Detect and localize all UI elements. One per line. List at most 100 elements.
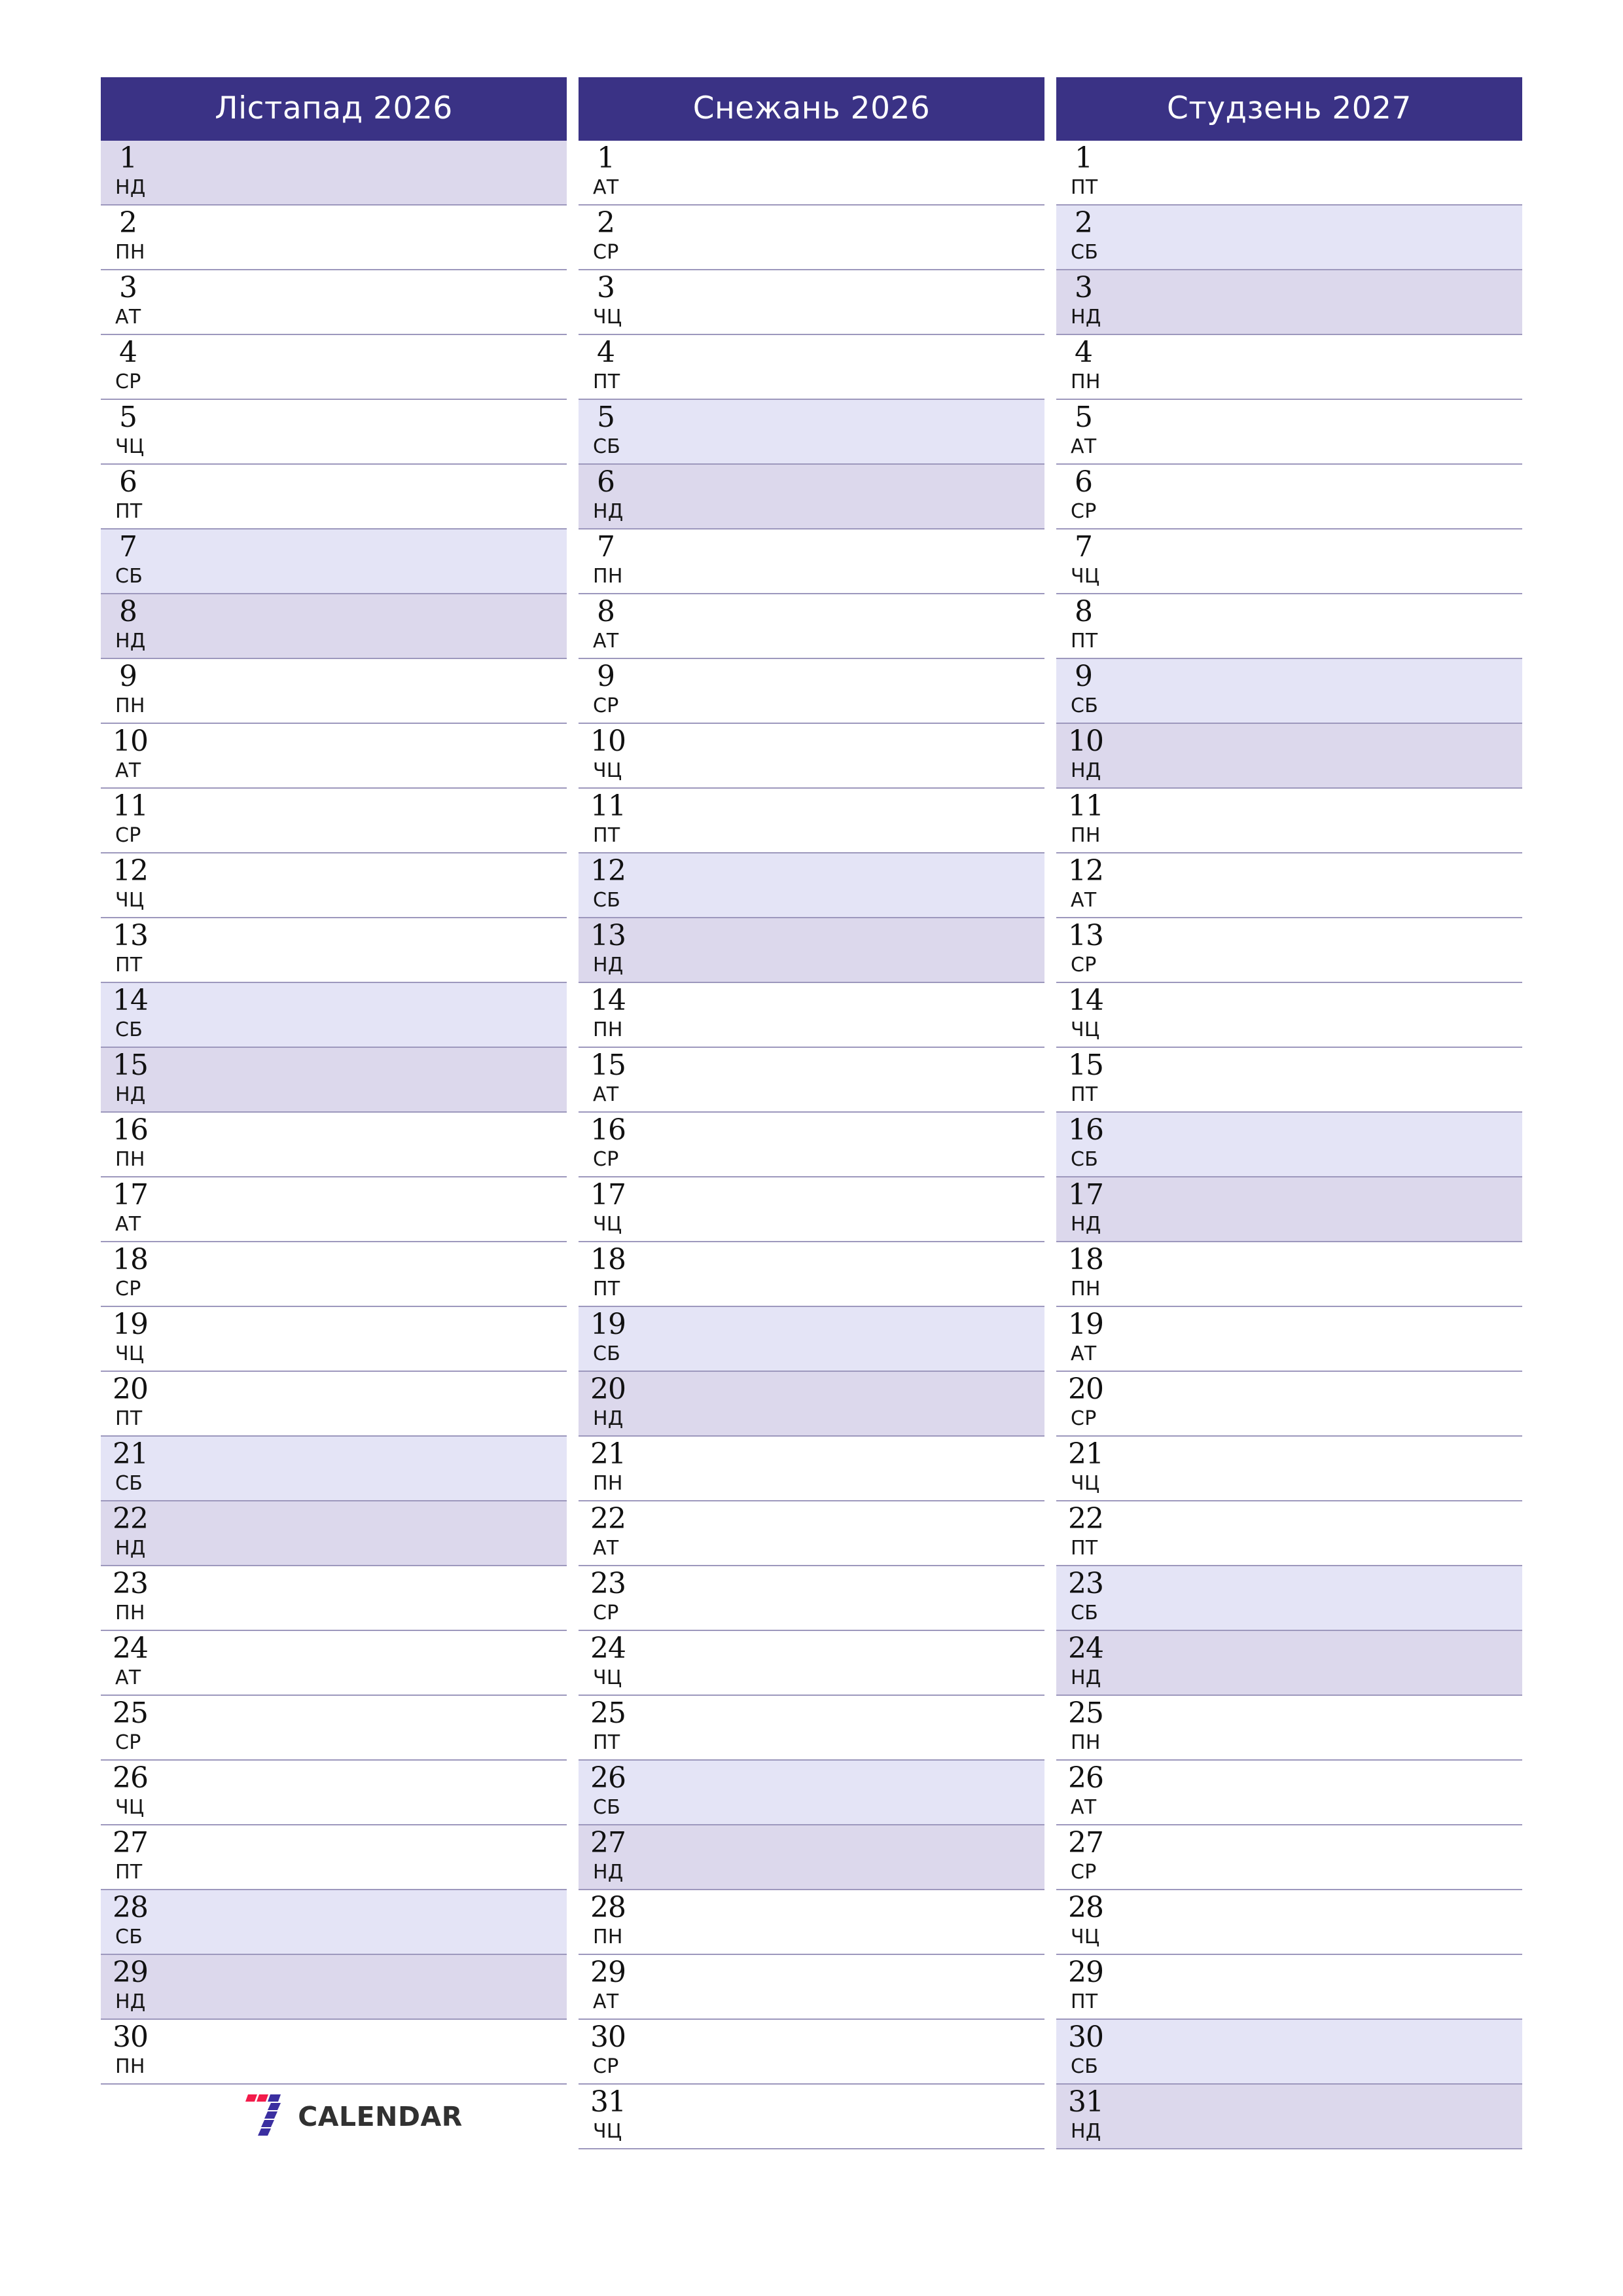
day-note-area[interactable] — [199, 659, 567, 723]
day-note-area[interactable] — [677, 1307, 1044, 1371]
day-note-area[interactable] — [1154, 335, 1522, 399]
day-note-area[interactable] — [677, 1955, 1044, 2018]
day-row[interactable]: 8 НД — [101, 594, 567, 659]
day-row[interactable]: 4 ПТ — [579, 335, 1044, 400]
day-note-area[interactable] — [199, 1437, 567, 1500]
day-note-area[interactable] — [1154, 1631, 1522, 1695]
day-note-area[interactable] — [677, 1825, 1044, 1889]
day-row[interactable]: 16 СР — [579, 1113, 1044, 1177]
day-row[interactable]: 9 СР — [579, 659, 1044, 724]
day-row[interactable]: 12 АТ — [1056, 853, 1522, 918]
day-row[interactable]: 5 СБ — [579, 400, 1044, 465]
day-row[interactable]: 19 АТ — [1056, 1307, 1522, 1372]
day-row[interactable]: 21 ПН — [579, 1437, 1044, 1501]
day-note-area[interactable] — [1154, 400, 1522, 463]
day-row[interactable]: 10 ЧЦ — [579, 724, 1044, 789]
day-note-area[interactable] — [1154, 918, 1522, 982]
day-note-area[interactable] — [1154, 1825, 1522, 1889]
day-note-area[interactable] — [199, 141, 567, 204]
day-note-area[interactable] — [677, 724, 1044, 787]
day-row[interactable]: 2 ПН — [101, 206, 567, 270]
day-row[interactable]: 8 ПТ — [1056, 594, 1522, 659]
day-row[interactable]: 9 СБ — [1056, 659, 1522, 724]
day-note-area[interactable] — [1154, 1372, 1522, 1435]
day-note-area[interactable] — [199, 1048, 567, 1111]
day-note-area[interactable] — [199, 1566, 567, 1630]
day-note-area[interactable] — [199, 789, 567, 852]
day-note-area[interactable] — [677, 1113, 1044, 1176]
day-row[interactable]: 1 НД — [101, 141, 567, 206]
day-row[interactable]: 2 СБ — [1056, 206, 1522, 270]
month-header[interactable]: Студзень 2027 — [1056, 77, 1522, 141]
day-row[interactable]: 29 ПТ — [1056, 1955, 1522, 2020]
day-row[interactable]: 21 ЧЦ — [1056, 1437, 1522, 1501]
day-row[interactable]: 12 СБ — [579, 853, 1044, 918]
day-row[interactable]: 23 ПН — [101, 1566, 567, 1631]
day-note-area[interactable] — [199, 1501, 567, 1565]
day-row[interactable]: 13 ПТ — [101, 918, 567, 983]
day-note-area[interactable] — [199, 206, 567, 269]
day-row[interactable]: 30 СБ — [1056, 2020, 1522, 2085]
day-note-area[interactable] — [199, 1955, 567, 2018]
day-note-area[interactable] — [199, 918, 567, 982]
day-row[interactable]: 7 ПН — [579, 529, 1044, 594]
day-row[interactable]: 14 ЧЦ — [1056, 983, 1522, 1048]
day-note-area[interactable] — [677, 1242, 1044, 1306]
day-row[interactable]: 13 СР — [1056, 918, 1522, 983]
day-note-area[interactable] — [199, 1113, 567, 1176]
day-row[interactable]: 29 НД — [101, 1955, 567, 2020]
day-row[interactable]: 14 СБ — [101, 983, 567, 1048]
day-row[interactable]: 26 СБ — [579, 1761, 1044, 1825]
day-row[interactable]: 24 ЧЦ — [579, 1631, 1044, 1696]
day-note-area[interactable] — [199, 335, 567, 399]
day-note-area[interactable] — [677, 2085, 1044, 2148]
day-note-area[interactable] — [1154, 659, 1522, 723]
day-row[interactable]: 29 АТ — [579, 1955, 1044, 2020]
day-row[interactable]: 12 ЧЦ — [101, 853, 567, 918]
day-note-area[interactable] — [1154, 1307, 1522, 1371]
day-note-area[interactable] — [677, 465, 1044, 528]
month-header[interactable]: Лістапад 2026 — [101, 77, 567, 141]
day-note-area[interactable] — [677, 1437, 1044, 1500]
day-note-area[interactable] — [199, 1761, 567, 1824]
day-row[interactable]: 13 НД — [579, 918, 1044, 983]
day-note-area[interactable] — [677, 206, 1044, 269]
day-row[interactable]: 28 ЧЦ — [1056, 1890, 1522, 1955]
day-row[interactable]: 15 АТ — [579, 1048, 1044, 1113]
day-row[interactable]: 7 СБ — [101, 529, 567, 594]
day-row[interactable]: 4 ПН — [1056, 335, 1522, 400]
day-note-area[interactable] — [199, 724, 567, 787]
day-row[interactable]: 4 СР — [101, 335, 567, 400]
day-note-area[interactable] — [677, 270, 1044, 334]
day-note-area[interactable] — [1154, 1566, 1522, 1630]
day-note-area[interactable] — [199, 1177, 567, 1241]
month-header[interactable]: Снежань 2026 — [579, 77, 1044, 141]
day-row[interactable]: 23 СБ — [1056, 1566, 1522, 1631]
day-row[interactable]: 30 ПН — [101, 2020, 567, 2085]
day-note-area[interactable] — [677, 1048, 1044, 1111]
day-row[interactable]: 15 НД — [101, 1048, 567, 1113]
day-note-area[interactable] — [199, 2020, 567, 2083]
day-note-area[interactable] — [677, 983, 1044, 1047]
day-note-area[interactable] — [1154, 2085, 1522, 2148]
day-row[interactable]: 20 ПТ — [101, 1372, 567, 1437]
day-row[interactable]: 15 ПТ — [1056, 1048, 1522, 1113]
day-row[interactable]: 27 НД — [579, 1825, 1044, 1890]
day-row[interactable]: 27 ПТ — [101, 1825, 567, 1890]
day-note-area[interactable] — [1154, 141, 1522, 204]
day-row[interactable]: 3 НД — [1056, 270, 1522, 335]
day-note-area[interactable] — [199, 529, 567, 593]
day-row[interactable]: 9 ПН — [101, 659, 567, 724]
day-row[interactable]: 11 СР — [101, 789, 567, 853]
day-row[interactable]: 28 ПН — [579, 1890, 1044, 1955]
day-note-area[interactable] — [677, 1761, 1044, 1824]
day-note-area[interactable] — [677, 1890, 1044, 1954]
day-note-area[interactable] — [677, 2020, 1044, 2083]
day-row[interactable]: 6 ПТ — [101, 465, 567, 529]
day-row[interactable]: 7 ЧЦ — [1056, 529, 1522, 594]
day-row[interactable]: 20 СР — [1056, 1372, 1522, 1437]
day-note-area[interactable] — [1154, 1955, 1522, 2018]
day-row[interactable]: 21 СБ — [101, 1437, 567, 1501]
day-row[interactable]: 3 ЧЦ — [579, 270, 1044, 335]
day-note-area[interactable] — [199, 1242, 567, 1306]
